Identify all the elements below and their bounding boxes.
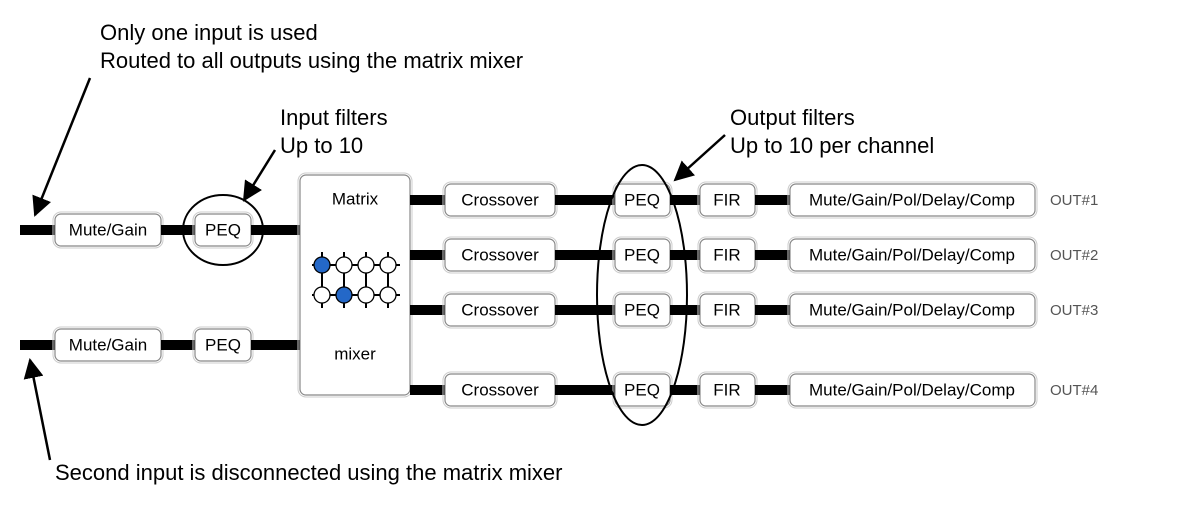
- label-peq-out-3: PEQ: [624, 300, 660, 319]
- label-peq-out-4: PEQ: [624, 380, 660, 399]
- annot-inputfilters-line2: Up to 10: [280, 133, 363, 158]
- label-peq-out-2: PEQ: [624, 245, 660, 264]
- label-matrix-bottom: mixer: [334, 344, 376, 363]
- arrow-output-filters: [675, 135, 725, 180]
- label-crossover-1: Crossover: [461, 190, 539, 209]
- label-peq-in2: PEQ: [205, 335, 241, 354]
- arrow-top-annot: [35, 78, 90, 215]
- annot-inputfilters-line1: Input filters: [280, 105, 388, 130]
- output-row-2: Crossover PEQ FIR Mute/Gain/Pol/Delay/Co…: [410, 237, 1098, 273]
- annot-top-line2: Routed to all outputs using the matrix m…: [100, 48, 523, 73]
- label-output-chain-2: Mute/Gain/Pol/Delay/Comp: [809, 245, 1015, 264]
- label-peq-in1: PEQ: [205, 220, 241, 239]
- label-fir-3: FIR: [713, 300, 740, 319]
- label-output-chain-3: Mute/Gain/Pol/Delay/Comp: [809, 300, 1015, 319]
- label-out-4: OUT#4: [1050, 382, 1098, 399]
- label-crossover-3: Crossover: [461, 300, 539, 319]
- annot-outputfilters-line2: Up to 10 per channel: [730, 133, 934, 158]
- label-fir-2: FIR: [713, 245, 740, 264]
- arrow-bottom-annot: [30, 360, 50, 460]
- label-peq-out-1: PEQ: [624, 190, 660, 209]
- label-mute-gain-in2: Mute/Gain: [69, 335, 147, 354]
- label-fir-1: FIR: [713, 190, 740, 209]
- label-out-3: OUT#3: [1050, 302, 1098, 319]
- output-row-4: Crossover PEQ FIR Mute/Gain/Pol/Delay/Co…: [410, 372, 1098, 408]
- annot-outputfilters-line1: Output filters: [730, 105, 855, 130]
- signal-flow-diagram: Only one input is used Routed to all out…: [0, 0, 1200, 505]
- label-crossover-4: Crossover: [461, 380, 539, 399]
- label-out-1: OUT#1: [1050, 192, 1098, 209]
- arrow-input-filters: [244, 150, 275, 200]
- annot-top-line1: Only one input is used: [100, 20, 318, 45]
- label-fir-4: FIR: [713, 380, 740, 399]
- label-output-chain-1: Mute/Gain/Pol/Delay/Comp: [809, 190, 1015, 209]
- annot-bottom-line1: Second input is disconnected using the m…: [55, 460, 562, 485]
- label-crossover-2: Crossover: [461, 245, 539, 264]
- output-row-3: Crossover PEQ FIR Mute/Gain/Pol/Delay/Co…: [410, 292, 1098, 328]
- label-out-2: OUT#2: [1050, 247, 1098, 264]
- output-row-1: Crossover PEQ FIR Mute/Gain/Pol/Delay/Co…: [410, 182, 1098, 218]
- label-matrix-top: Matrix: [332, 189, 379, 208]
- label-mute-gain-in1: Mute/Gain: [69, 220, 147, 239]
- label-output-chain-4: Mute/Gain/Pol/Delay/Comp: [809, 380, 1015, 399]
